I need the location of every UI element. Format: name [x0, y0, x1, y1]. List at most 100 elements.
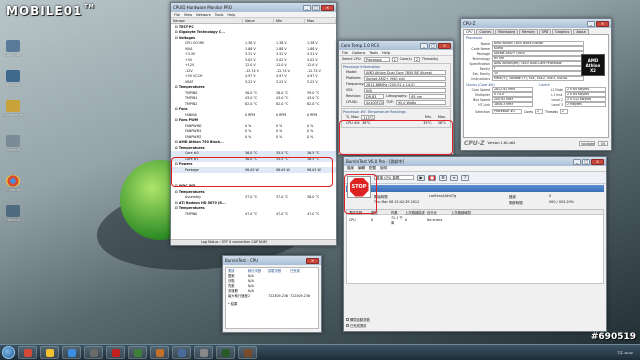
column-header[interactable]: 上次錯誤描述: [405, 210, 427, 215]
ok-button[interactable]: OK: [598, 140, 608, 146]
menu-item-2[interactable]: Network: [196, 13, 211, 17]
menu-item-3[interactable]: 說明: [380, 166, 387, 171]
burnintest-window[interactable]: BurnInTest V6.0 Pro - [測試中] _ □ × 檔案 編輯 配置 說明…: [343, 156, 607, 332]
completed-checkbox[interactable]: [346, 324, 349, 327]
desktop-icon-shortcut[interactable]: Shortcut: [2, 205, 24, 222]
taskbar-item-5[interactable]: [128, 346, 147, 359]
menu-item-4[interactable]: Help: [227, 13, 235, 17]
auto-scroll-option[interactable]: 關閉自動滾動: [346, 317, 370, 322]
taskbar-item-0[interactable]: [18, 346, 37, 359]
results-table[interactable]: 測試名稱 循環 作業 上次錯誤描述 百分比 上次錯誤時間 CPU 0 72.1 千萬 0 No e…: [346, 209, 604, 284]
sensor-row[interactable]: +3.3V 3.31 V 3.31 V 3.31 V: [171, 52, 336, 58]
taskbar-item-2[interactable]: [62, 346, 81, 359]
taskbar-item-10[interactable]: [238, 346, 257, 359]
desktop-icon-recycle[interactable]: Recycle: [2, 135, 24, 152]
desktop-icon-computer[interactable]: Computer: [2, 40, 24, 57]
settings-icon[interactable]: ⚙: [439, 174, 447, 181]
auto-scroll-checkbox[interactable]: [346, 318, 349, 321]
burnintest-cpu-titlebar[interactable]: BurnInTest - CPU ×: [223, 256, 321, 265]
column-header[interactable]: 百分比: [427, 210, 451, 215]
minimize-button[interactable]: _: [587, 20, 595, 27]
sensor-min: 0 %: [276, 134, 283, 139]
test-mode-select[interactable]: 重複 CPU 負載: [374, 175, 414, 180]
help-icon[interactable]: ?: [461, 174, 469, 181]
taskbar-item-6[interactable]: [150, 346, 169, 359]
burnintest-titlebar[interactable]: BurnInTest V6.0 Pro - [測試中] _ □ ×: [344, 157, 606, 166]
taskbar-item-4[interactable]: [106, 346, 125, 359]
menu-item-0[interactable]: 檔案: [347, 166, 354, 171]
coretemp-titlebar[interactable]: Core Temp 1.0 RC3 _ □ ×: [339, 41, 453, 50]
column-sensor[interactable]: Sensor: [171, 18, 243, 23]
minimize-button[interactable]: _: [303, 4, 311, 11]
minimize-button[interactable]: _: [573, 158, 581, 165]
validate-button[interactable]: Validate: [579, 140, 595, 146]
maximize-button[interactable]: □: [582, 158, 590, 165]
sensor-row[interactable]: FANPWM1 0 % 0 % 0 %: [171, 129, 336, 135]
close-button[interactable]: ×: [591, 158, 604, 165]
sensor-row[interactable]: FANIN0 0 RPM 0 RPM 0 RPM: [171, 112, 336, 118]
sensor-row[interactable]: +5V 5.02 V 5.02 V 5.02 V: [171, 57, 336, 63]
cpuz-titlebar[interactable]: CPU-Z _ ×: [461, 19, 611, 28]
sensor-row[interactable]: TMPIN2 82.0 °C 82.0 °C 82.0 °C: [171, 101, 336, 107]
column-header[interactable]: 上次錯誤時間: [451, 210, 499, 215]
menu-item-1[interactable]: 編輯: [358, 166, 365, 171]
table-row[interactable]: CPU 0 72.1 千萬 0 No errors: [347, 215, 603, 225]
menu-item-0[interactable]: File: [174, 13, 180, 17]
close-button[interactable]: ×: [321, 4, 334, 11]
sensor-row[interactable]: VBAT 3.22 V 3.22 V 3.22 V: [171, 79, 336, 85]
menu-item-2[interactable]: 配置: [369, 166, 376, 171]
sensor-row[interactable]: VIN1 1.88 V 1.88 V 1.88 V: [171, 46, 336, 52]
maximize-button[interactable]: □: [429, 42, 437, 49]
processor-select[interactable]: Processor #0: [363, 56, 390, 62]
sensor-row[interactable]: FANPWM0 0 % 0 % 0 %: [171, 123, 336, 129]
sensor-row[interactable]: Assembly 37.0 °C 37.0 °C 38.0 °C: [171, 195, 336, 201]
taskbar-item-3[interactable]: [84, 346, 103, 359]
taskbar-item-7[interactable]: [172, 346, 191, 359]
hwmonitor-window[interactable]: CPUID Hardware Monitor PRO _ □ × File View N…: [170, 2, 337, 246]
taskbar-item-8[interactable]: [194, 346, 213, 359]
taskbar-item-9[interactable]: [216, 346, 235, 359]
play-icon[interactable]: ▶: [417, 174, 425, 181]
menu-item-2[interactable]: Tools: [369, 51, 378, 55]
stop-small-icon[interactable]: ■: [428, 174, 436, 181]
report-icon[interactable]: ≡: [450, 174, 458, 181]
sensor-row[interactable]: CPU VCORE 1.38 V 1.38 V 1.38 V: [171, 41, 336, 47]
column-min[interactable]: Min: [274, 18, 305, 23]
taskbar-item-1[interactable]: [40, 346, 59, 359]
maximize-button[interactable]: □: [312, 4, 320, 11]
column-header: 執行次數: [248, 269, 262, 273]
minimize-button[interactable]: _: [420, 42, 428, 49]
hwmonitor-titlebar[interactable]: CPUID Hardware Monitor PRO _ □ ×: [171, 3, 336, 12]
sensor-row[interactable]: FANPWM2 0 % 0 % 0 %: [171, 134, 336, 140]
sensor-row[interactable]: +5V VCCH 4.97 V 4.97 V 4.97 V: [171, 74, 336, 80]
desktop-icon-chrome[interactable]: Chrome: [2, 175, 24, 192]
sensor-row[interactable]: Core #0 36.0 °C 35.5 °C 36.5 °C: [171, 150, 336, 156]
sensor-row[interactable]: +12V 12.0 V 12.0 V 12.0 V: [171, 63, 336, 69]
desktop-icon-network[interactable]: Network: [2, 70, 24, 87]
processor-field-label: Package: [476, 51, 490, 56]
menu-item-0[interactable]: File: [342, 51, 348, 55]
hwmonitor-sensor-tree[interactable]: ⊟ TEST-PC ⊟ Gigabyte Technology C... ⊟ Vol…: [171, 24, 336, 245]
menu-item-3[interactable]: Tools: [215, 13, 224, 17]
sensor-row[interactable]: TMPIN0 47.0 °C 47.0 °C 47.0 °C: [171, 211, 336, 217]
column-max[interactable]: Max: [305, 18, 336, 23]
start-button[interactable]: [2, 346, 15, 359]
close-button[interactable]: ×: [596, 20, 609, 27]
menu-item-1[interactable]: Options: [352, 51, 366, 55]
burnintest-cpu-window[interactable]: BurnInTest - CPU × 測試 執行次數 試驗次數 已完成 整數 N/A 浮點…: [222, 255, 322, 333]
close-button[interactable]: ×: [306, 257, 319, 264]
sensor-row[interactable]: -12V -12.74 V -12.74 V -12.74 V: [171, 68, 336, 74]
cpuz-window[interactable]: CPU-Z _ × CPU Caches Mainboard Memory SPD Grap…: [460, 18, 612, 151]
sensor-row[interactable]: TMPIN0 38.0 °C 38.0 °C 39.0 °C: [171, 90, 336, 96]
selection-select[interactable]: Processor #1: [492, 109, 522, 114]
desktop-icon-documents[interactable]: Documents: [2, 100, 24, 117]
menu-item-1[interactable]: View: [184, 13, 192, 17]
column-value[interactable]: Value: [243, 18, 274, 23]
clock[interactable]: 下午 10:42: [617, 351, 633, 355]
completed-option[interactable]: 已完成測試: [346, 323, 370, 328]
taskbar: 下午 10:42: [0, 344, 640, 360]
sensor-row[interactable]: TMPIN1 43.0 °C 43.0 °C 43.0 °C: [171, 96, 336, 102]
menu-item-3[interactable]: Help: [382, 51, 390, 55]
close-button[interactable]: ×: [438, 42, 451, 49]
system-tray[interactable]: 下午 10:42: [610, 346, 640, 359]
